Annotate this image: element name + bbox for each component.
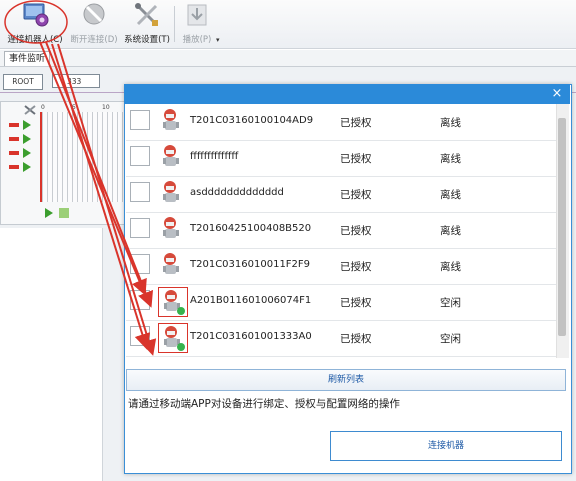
robot-auth-status: 已授权	[340, 333, 372, 345]
robot-online-status: 空闲	[440, 333, 461, 345]
robot-checkbox[interactable]	[130, 182, 150, 202]
robot-checkbox[interactable]	[130, 110, 150, 130]
robot-row[interactable]: T201C0316010011F2F9 已授权 离线	[126, 248, 556, 285]
robot-avatar-icon	[158, 143, 188, 173]
robot-name: T20160425100408B520	[190, 223, 312, 234]
play-track-icon[interactable]	[23, 148, 31, 158]
system-settings-button[interactable]: 系统设置(T)	[122, 2, 172, 46]
robot-online-status: 离线	[440, 225, 461, 237]
robot-row[interactable]: T201C031601001333A0 已授权 空闲	[126, 320, 556, 357]
robot-row[interactable]: ffffffffffffff 已授权 离线	[126, 140, 556, 177]
robot-row[interactable]: A201B011601006074F1 已授权 空闲	[126, 284, 556, 321]
timeline-grid[interactable]	[40, 112, 126, 202]
robot-list: T201C03160100104AD9 已授权 离线 ffffffffffffff 已授…	[126, 104, 556, 358]
play-button[interactable]: 播放(P)	[178, 2, 216, 46]
robot-checkbox[interactable]	[130, 326, 150, 346]
disconnect-icon	[79, 2, 109, 28]
event-tab-strip: 事件监听	[0, 50, 576, 67]
robot-row[interactable]: asddddddddddddd 已授权 离线	[126, 176, 556, 213]
play-all-icon[interactable]	[45, 208, 53, 218]
robot-avatar-icon	[158, 179, 188, 209]
disconnect-button[interactable]: 断开连接(D)	[68, 2, 120, 46]
robot-name: ffffffffffffff	[190, 151, 239, 162]
robot-checkbox[interactable]	[130, 290, 150, 310]
robot-auth-status: 已授权	[340, 189, 372, 201]
play-track-icon[interactable]	[23, 162, 31, 172]
robot-auth-status: 已授权	[340, 117, 372, 129]
dialog-title-bar	[124, 84, 570, 104]
connect-machine-button[interactable]: 连接机器	[330, 431, 562, 461]
robot-name: T201C0316010011F2F9	[190, 259, 311, 270]
connect-robot-icon	[20, 2, 50, 28]
timeline-ruler: 0 5 10	[40, 104, 124, 112]
robot-name: asddddddddddddd	[190, 187, 284, 198]
robot-online-status: 离线	[440, 261, 461, 273]
track-bar	[9, 151, 19, 155]
play-track-icon[interactable]	[23, 134, 31, 144]
stop-icon[interactable]	[59, 208, 69, 218]
toolbar-divider	[174, 6, 175, 42]
track-bar	[9, 137, 19, 141]
ruler-tick-label: 10	[102, 104, 110, 111]
track-row[interactable]	[9, 120, 37, 130]
track-bar	[9, 165, 19, 169]
ruler-tick-label: 5	[72, 104, 76, 111]
robot-auth-status: 已授权	[340, 225, 372, 237]
robot-checkbox[interactable]	[130, 218, 150, 238]
instructions-text: 请通过移动端APP对设备进行绑定、授权与配置网络的操作	[128, 398, 400, 410]
ruler-tick-label: 0	[41, 104, 45, 111]
track-bar	[9, 123, 19, 127]
robot-name: T201C03160100104AD9	[190, 115, 314, 126]
lower-left-panel	[0, 228, 103, 481]
close-icon[interactable]: ×	[549, 86, 565, 102]
main-toolbar: 连接机器人(C) 断开连接(D) 系统设置(T) 播放(P) ▾	[0, 0, 576, 49]
wrench-icon[interactable]	[23, 104, 37, 119]
robot-auth-status: 已授权	[340, 297, 372, 309]
robot-online-status: 离线	[440, 189, 461, 201]
robot-checkbox[interactable]	[130, 146, 150, 166]
robot-avatar-icon	[158, 107, 188, 137]
robot-checkbox[interactable]	[130, 254, 150, 274]
robot-auth-status: 已授权	[340, 261, 372, 273]
list-scrollbar-thumb[interactable]	[558, 118, 566, 336]
robot-online-status: 离线	[440, 153, 461, 165]
tab-event-monitor[interactable]: 事件监听	[4, 51, 51, 66]
robot-name: T201C031601001333A0	[190, 331, 312, 342]
robot-row[interactable]: T20160425100408B520 已授权 离线	[126, 212, 556, 249]
tools-icon	[132, 2, 162, 28]
robot-online-status: 空闲	[440, 297, 461, 309]
robot-row[interactable]: T201C03160100104AD9 已授权 离线	[126, 104, 556, 141]
track-row[interactable]	[9, 134, 37, 144]
robot-online-status: 离线	[440, 117, 461, 129]
connect-robot-button[interactable]: 连接机器人(C)	[4, 2, 66, 46]
root-node[interactable]: ROOT	[3, 74, 43, 90]
play-track-icon[interactable]	[23, 120, 31, 130]
play-label: 播放(P)	[182, 35, 212, 45]
robot-avatar-icon	[158, 251, 188, 281]
robot-avatar-icon	[158, 323, 188, 353]
connect-robot-label: 连接机器人(C)	[7, 35, 63, 45]
robot-avatar-icon	[158, 287, 188, 317]
track-row[interactable]	[9, 148, 37, 158]
robot-auth-status: 已授权	[340, 153, 372, 165]
robot-name: A201B011601006074F1	[190, 295, 312, 306]
child-node[interactable]: 333	[52, 74, 100, 88]
track-row[interactable]	[9, 162, 37, 172]
refresh-list-button[interactable]: 刷新列表	[126, 369, 566, 391]
disconnect-label: 断开连接(D)	[70, 35, 118, 45]
system-settings-label: 系统设置(T)	[124, 35, 170, 45]
robot-avatar-icon	[158, 215, 188, 245]
toolbar-overflow-chevron-icon[interactable]: ▾	[216, 36, 220, 44]
download-arrow-icon	[182, 2, 212, 28]
